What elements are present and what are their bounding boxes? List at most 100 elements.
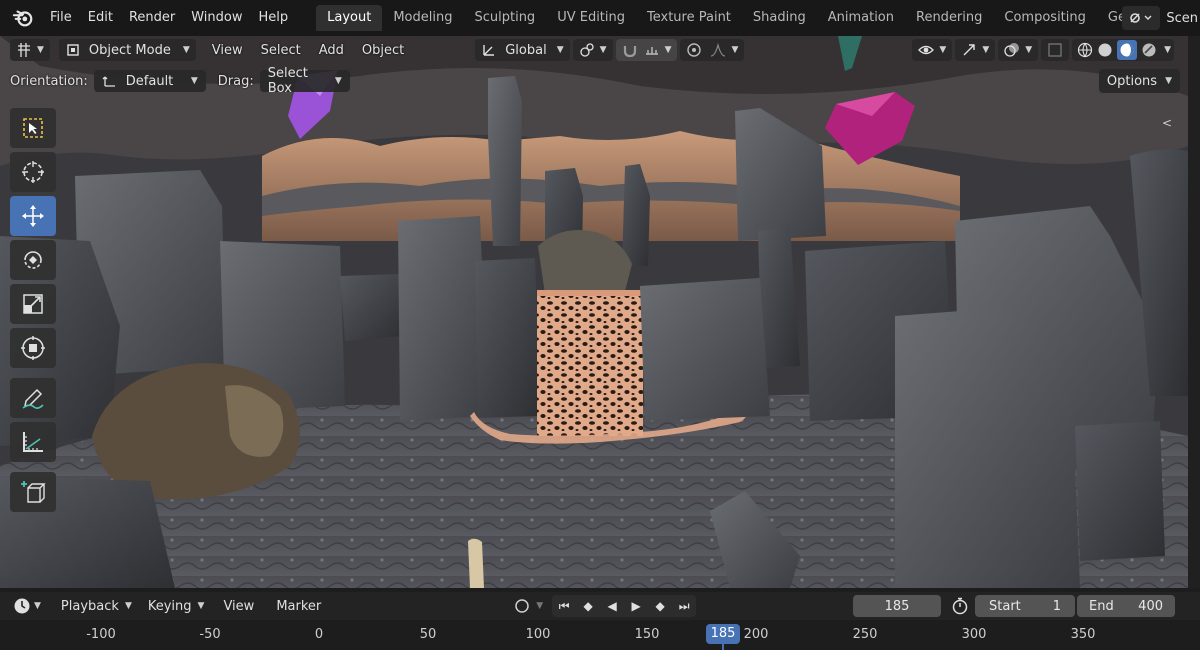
scene-selector: Scen <box>1122 5 1200 31</box>
cursor-icon <box>22 161 44 183</box>
tab-animation[interactable]: Animation <box>817 5 905 31</box>
chevron-down-icon: ▼ <box>37 45 44 55</box>
mode-dropdown[interactable]: Object Mode ▼ <box>58 39 196 61</box>
tab-shading[interactable]: Shading <box>742 5 817 31</box>
playback-label: Playback <box>60 598 119 614</box>
tab-texture-paint[interactable]: Texture Paint <box>636 5 742 31</box>
scene-browse-button[interactable] <box>1122 6 1161 30</box>
toolbar <box>10 108 56 516</box>
play-icon[interactable]: ▶ <box>624 595 648 617</box>
current-frame-field[interactable]: 185 <box>853 595 941 617</box>
orientation-label: Orientation: <box>10 73 88 89</box>
tab-rendering[interactable]: Rendering <box>905 5 993 31</box>
playhead-frame-indicator[interactable]: 185 <box>706 624 740 644</box>
timeline-header: ▼ Playback ▼ Keying ▼ View Marker ▼ ⏮ ◆ … <box>0 592 1200 620</box>
xray-toggle[interactable] <box>1041 39 1070 61</box>
move-icon <box>22 205 44 227</box>
gizmo-toggle[interactable]: ▼ <box>955 39 996 61</box>
measure-tool[interactable] <box>10 422 56 462</box>
orientation-dropdown[interactable]: Default ▼ <box>93 70 206 92</box>
menu-edit[interactable]: Edit <box>80 0 121 36</box>
proportional-editing-toggle[interactable]: ▼ <box>680 39 745 61</box>
chevron-down-icon: ▼ <box>1025 45 1033 55</box>
pivot-point-dropdown[interactable]: ▼ <box>572 39 613 61</box>
viewport-right-edge <box>1188 36 1200 588</box>
chevron-down-icon: ▼ <box>334 76 342 86</box>
move-tool[interactable] <box>10 196 56 236</box>
chevron-down-icon: ▼ <box>34 601 41 611</box>
play-reverse-icon[interactable]: ◀ <box>600 595 624 617</box>
wireframe-shading-icon[interactable] <box>1077 42 1093 58</box>
editor-type-button[interactable]: ▼ <box>10 39 50 61</box>
tab-sculpting[interactable]: Sculpting <box>463 5 546 31</box>
transform-tool[interactable] <box>10 328 56 368</box>
tab-modeling[interactable]: Modeling <box>382 5 463 31</box>
playhead-line <box>722 644 724 650</box>
timeline-editor-type-button[interactable]: ▼ <box>8 595 46 617</box>
transform-orientation-dropdown[interactable]: Global ▼ <box>475 39 570 61</box>
menu-add[interactable]: Add <box>310 43 353 58</box>
orientation-value: Default <box>125 73 174 89</box>
tick-label: 0 <box>314 627 324 642</box>
snap-toggle[interactable]: ▼ <box>615 39 678 61</box>
blender-logo-icon[interactable] <box>12 7 34 29</box>
chevron-down-icon: ▼ <box>182 45 190 55</box>
chevron-down-icon: ▼ <box>124 601 132 611</box>
stopwatch-icon[interactable] <box>951 597 969 615</box>
jump-to-keyframe-forward-icon[interactable]: ◆ <box>648 595 672 617</box>
start-frame-field[interactable]: Start 1 <box>975 595 1075 617</box>
tab-compositing[interactable]: Compositing <box>993 5 1097 31</box>
current-frame-value: 185 <box>884 598 910 614</box>
drag-dropdown[interactable]: Select Box ▼ <box>259 66 350 96</box>
rendered-shading-icon[interactable] <box>1141 42 1157 58</box>
chevron-down-icon: ▼ <box>197 601 205 611</box>
sidebar-toggle-arrow-icon[interactable]: < <box>1162 116 1172 130</box>
viewport-scene[interactable] <box>0 36 1188 588</box>
solid-shading-icon[interactable] <box>1097 42 1113 58</box>
playback-controls: ⏮ ◆ ◀ ▶ ◆ ⏭ <box>552 595 697 617</box>
tab-uv-editing[interactable]: UV Editing <box>546 5 636 31</box>
options-dropdown[interactable]: Options ▼ <box>1098 69 1180 93</box>
cursor-tool[interactable] <box>10 152 56 192</box>
tick-label: 200 <box>743 627 769 642</box>
menu-timeline-view[interactable]: View <box>215 599 262 614</box>
jump-to-keyframe-back-icon[interactable]: ◆ <box>576 595 600 617</box>
timeline-ruler[interactable]: -100 -50 0 50 100 150 200 250 300 350 18… <box>0 620 1200 650</box>
menu-view[interactable]: View <box>203 43 252 58</box>
annotate-pencil-icon <box>22 388 44 409</box>
menu-window[interactable]: Window <box>183 0 250 36</box>
add-cube-tool[interactable] <box>10 472 56 512</box>
overlays-toggle[interactable]: ▼ <box>998 39 1039 61</box>
playback-dropdown[interactable]: Playback ▼ <box>56 595 137 617</box>
menu-render[interactable]: Render <box>121 0 183 36</box>
visibility-dropdown[interactable]: ▼ <box>912 39 953 61</box>
chevron-down-icon: ▼ <box>939 45 947 55</box>
rotate-icon <box>24 251 42 269</box>
proportional-editing-icon <box>687 43 702 57</box>
select-box-tool[interactable] <box>10 108 56 148</box>
material-preview-shading-icon[interactable] <box>1117 40 1138 60</box>
menu-marker[interactable]: Marker <box>268 599 329 614</box>
annotate-tool[interactable] <box>10 378 56 418</box>
tick-label: 350 <box>1070 627 1096 642</box>
auto-keying-toggle[interactable]: ▼ <box>509 595 548 617</box>
end-frame-field[interactable]: End 400 <box>1077 595 1175 617</box>
tab-layout[interactable]: Layout <box>316 5 383 31</box>
shading-modes: ▼ <box>1072 39 1175 61</box>
jump-to-start-icon[interactable]: ⏮ <box>552 595 576 617</box>
pivot-icon <box>579 43 594 57</box>
scene-icon <box>1130 13 1152 23</box>
scene-name[interactable]: Scen <box>1166 11 1200 26</box>
rotate-tool[interactable] <box>10 240 56 280</box>
menu-help[interactable]: Help <box>251 0 297 36</box>
menu-object[interactable]: Object <box>353 43 413 58</box>
keying-dropdown[interactable]: Keying ▼ <box>143 595 210 617</box>
tick-label: 100 <box>525 627 551 642</box>
scale-tool[interactable] <box>10 284 56 324</box>
tick-label: 300 <box>961 627 987 642</box>
jump-to-end-icon[interactable]: ⏭ <box>672 595 696 617</box>
3d-viewport[interactable]: ▼ Object Mode ▼ View Select Add Object G… <box>0 36 1188 588</box>
menu-select[interactable]: Select <box>252 43 310 58</box>
menu-file[interactable]: File <box>42 0 80 36</box>
tick-label: 150 <box>634 627 660 642</box>
